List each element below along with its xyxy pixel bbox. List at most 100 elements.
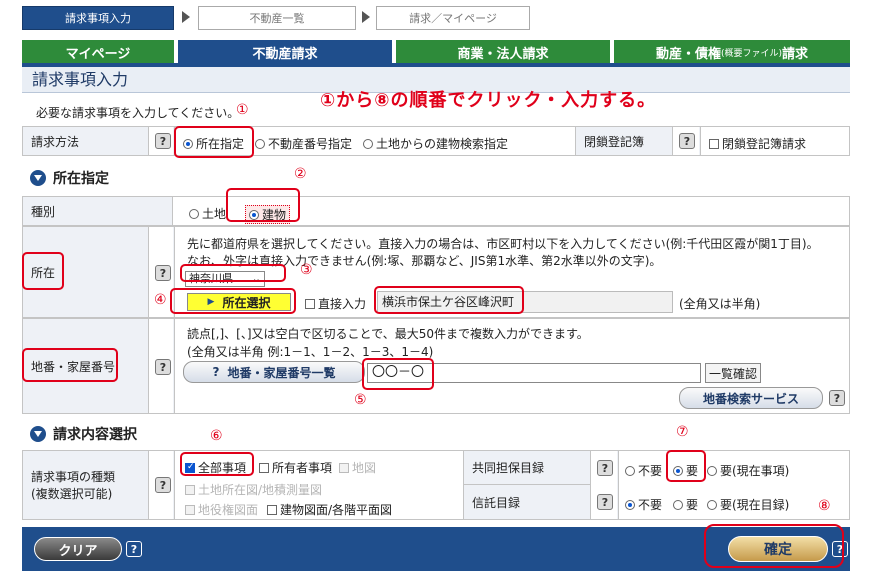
building-plan-checkbox[interactable]: 建物図面/各階平面図 [267, 501, 392, 518]
step-request-mypage: 請求／マイページ [376, 6, 530, 30]
radio-icon [363, 139, 373, 149]
highlight-box [22, 252, 64, 290]
chiban-search-service-button[interactable]: 地番検索サービス [679, 387, 823, 409]
checkbox-icon [339, 463, 349, 473]
checkbox-icon [709, 139, 719, 149]
highlight-box [704, 524, 844, 568]
method-row: 請求方法 ? 所在指定 不動産番号指定 土地からの建物検索指定 閉鎖登記簿 ? … [22, 126, 850, 156]
marker-1: ① [236, 102, 249, 118]
instruction-text: ①から⑧の順番でクリック・入力する。 [320, 90, 657, 111]
tab-shogyo-request[interactable]: 商業・法人請求 [396, 40, 610, 64]
chiban-help-line1: 読点[,]、[、]又は空白で区切ることで、最大50件まで複数入力ができます。 [187, 327, 589, 341]
marker-5: ⑤ [354, 392, 367, 408]
help-icon[interactable]: ? [155, 359, 171, 375]
kyodo-option-label: 要(現在事項) [720, 464, 790, 478]
checkbox-icon [305, 299, 315, 309]
chiban-list-button[interactable]: ? 地番・家屋番号一覧 [183, 361, 365, 383]
kyodo-option-none[interactable]: 不要 [625, 462, 662, 479]
request-row: 請求事項の種類(複数選択可能) ? 全部事項 所有者事項 地図 土地所在図/地積… [22, 450, 850, 520]
help-icon[interactable]: ? [126, 541, 142, 557]
marker-4: ④ [154, 292, 167, 308]
chiban-row: 地番・ 家屋番号 ? 読点[,]、[、]又は空白で区切ることで、最大50件まで複数… [22, 318, 850, 414]
step-arrow-icon [182, 11, 190, 23]
direct-input-checkbox[interactable]: 直接入力 [305, 295, 366, 312]
help-icon[interactable]: ? [155, 265, 171, 281]
checkbox-icon [185, 485, 195, 495]
section-request: 請求内容選択 [30, 424, 137, 444]
shintaku-option-none[interactable]: 不要 [625, 496, 662, 513]
section-location: 所在指定 [30, 168, 109, 188]
shintaku-option-label: 要(現在目録) [720, 498, 790, 512]
required-note: 必要な請求事項を入力してください。 [36, 106, 240, 120]
tab-dosan-request[interactable]: 動産・債権 (概要ファイル) 請求 [614, 40, 850, 64]
marker-6: ⑥ [210, 428, 223, 444]
highlight-box [180, 452, 254, 476]
shintaku-option-label: 要 [686, 498, 699, 512]
checkbox-icon [259, 463, 269, 473]
method-option-land-search[interactable]: 土地からの建物検索指定 [363, 135, 508, 152]
checkbox-icon [267, 505, 277, 515]
divider [173, 451, 175, 519]
step-arrow-icon [362, 11, 370, 23]
owner-items-checkbox[interactable]: 所有者事項 [259, 459, 332, 476]
kyodo-option-current[interactable]: 要(現在事項) [707, 462, 789, 479]
chiban-list-label: 地番・家屋番号一覧 [227, 365, 336, 380]
step-request-input: 請求事項入力 [22, 6, 174, 30]
highlight-box [180, 264, 286, 282]
map-label: 地図 [352, 461, 377, 475]
question-icon: ? [212, 365, 220, 379]
help-icon[interactable]: ? [597, 494, 613, 510]
request-type-label-b: (複数選択可能) [31, 487, 113, 501]
radio-icon [255, 139, 265, 149]
request-type-label-a: 請求事項の種類 [31, 470, 116, 484]
help-icon[interactable]: ? [597, 460, 613, 476]
radio-icon [189, 209, 199, 219]
highlight-box [174, 126, 254, 158]
shintaku-option-current[interactable]: 要(現在目録) [707, 496, 789, 513]
kyodo-label: 共同担保目録 [463, 451, 591, 485]
list-confirm-button[interactable]: 一覧確認 [705, 363, 761, 383]
type-label: 種別 [23, 197, 173, 225]
tab-fudosan-request[interactable]: 不動産請求 [178, 40, 392, 64]
marker-8: ⑧ [818, 498, 831, 514]
highlight-box [666, 450, 706, 482]
step-property-list: 不動産一覧 [198, 6, 356, 30]
help-icon[interactable]: ? [679, 133, 695, 149]
request-type-label: 請求事項の種類 (複数選択可能) [23, 451, 149, 519]
tab-dosan-tail: 請求 [782, 46, 809, 62]
radio-icon [707, 500, 717, 510]
help-icon[interactable]: ? [155, 477, 171, 493]
type-option-label: 土地 [202, 207, 227, 221]
method-option-number[interactable]: 不動産番号指定 [255, 135, 352, 152]
help-icon[interactable]: ? [829, 390, 845, 406]
highlight-box [22, 348, 118, 382]
type-row: 種別 土地 建物 [22, 196, 850, 226]
map-checkbox[interactable]: 地図 [339, 459, 376, 476]
section-title: 所在指定 [53, 171, 109, 187]
highlight-box [374, 286, 524, 314]
width-note: (全角又は半角) [679, 297, 761, 311]
closed-checkbox[interactable]: 閉鎖登記簿請求 [709, 135, 806, 152]
location-help-line1: 先に都道府県を選択してください。直接入力の場合は、市区町村以下を入力してください… [187, 237, 819, 251]
owner-items-label: 所有者事項 [272, 461, 333, 475]
method-label: 請求方法 [23, 127, 149, 155]
building-plan-label: 建物図面/各階平面図 [280, 503, 393, 517]
tab-dosan-small: (概要ファイル) [720, 48, 783, 59]
radio-icon [707, 466, 717, 476]
help-icon[interactable]: ? [155, 133, 171, 149]
highlight-box [170, 288, 296, 314]
divider [699, 127, 701, 155]
marker-3: ③ [300, 262, 313, 278]
section-bullet-icon [30, 426, 46, 442]
land-map-checkbox[interactable]: 土地所在図/地積測量図 [185, 481, 322, 498]
type-option-land[interactable]: 土地 [189, 205, 226, 222]
tab-mypage[interactable]: マイページ [22, 40, 174, 64]
shintaku-option-need[interactable]: 要 [673, 496, 698, 513]
marker-7: ⑦ [676, 424, 689, 440]
kyodo-option-label: 不要 [638, 464, 663, 478]
divider [173, 319, 175, 413]
clear-button[interactable]: クリア [34, 537, 122, 561]
closed-label: 閉鎖登記簿 [575, 127, 673, 155]
chieki-checkbox[interactable]: 地役権図面 [185, 501, 258, 518]
method-option-label: 不動産番号指定 [268, 137, 353, 151]
